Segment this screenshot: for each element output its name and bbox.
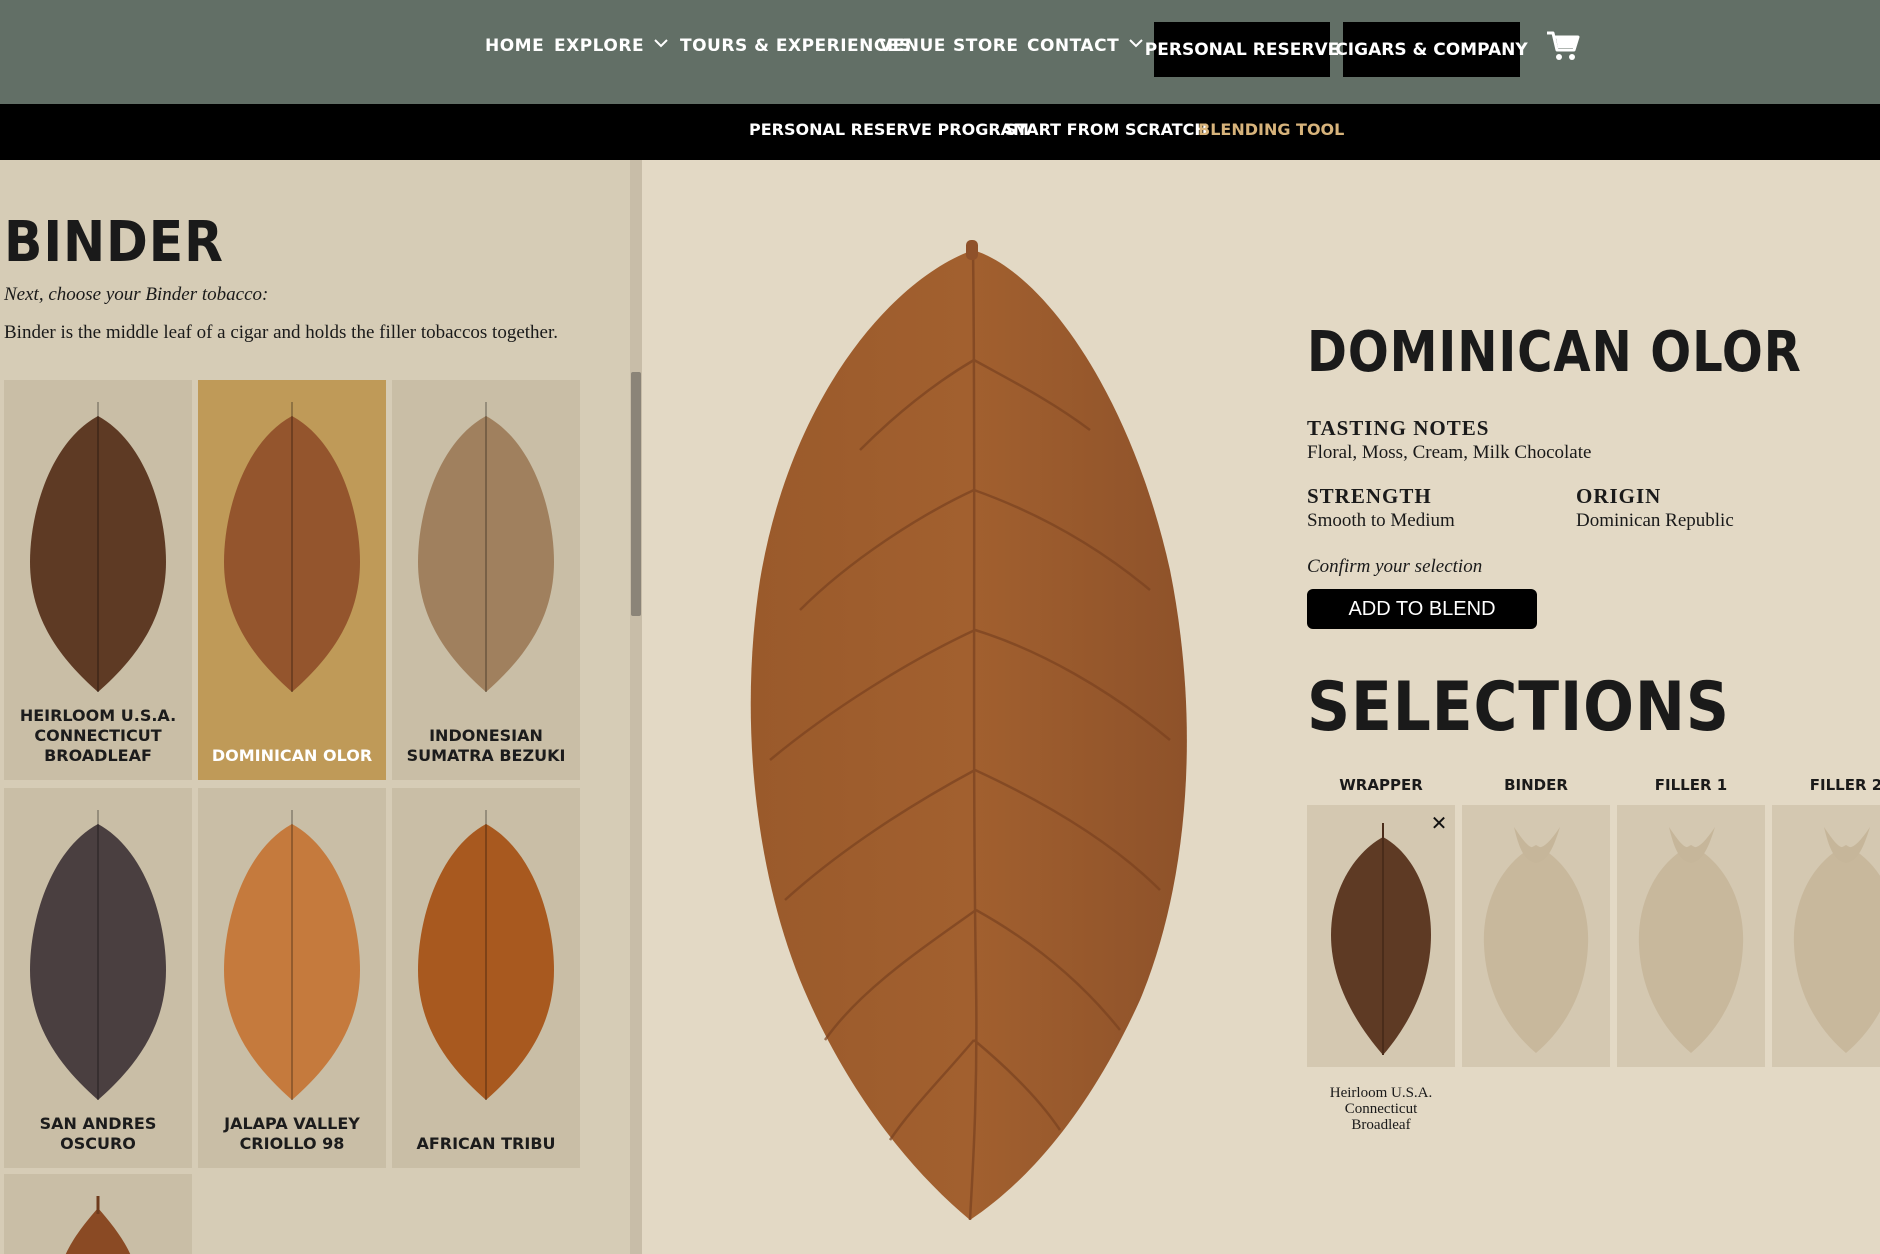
binder-option[interactable]: HEIRLOOM U.S.A. CONNECTICUT BROADLEAF xyxy=(4,380,192,780)
binder-option[interactable]: DOMINICAN OLOR xyxy=(198,380,386,780)
strength-value: Smooth to Medium xyxy=(1307,510,1455,531)
binder-option-label: DOMINICAN OLOR xyxy=(198,746,386,766)
binder-option-partial[interactable] xyxy=(4,1174,192,1254)
origin-value: Dominican Republic xyxy=(1576,510,1734,531)
binder-option[interactable]: JALAPA VALLEY CRIOLLO 98 xyxy=(198,788,386,1168)
binder-option-label: HEIRLOOM U.S.A. CONNECTICUT BROADLEAF xyxy=(4,706,192,766)
placeholder-leaf-icon xyxy=(1638,827,1744,1053)
binder-option-label-line: INDONESIAN xyxy=(429,726,543,745)
nav-contact[interactable]: CONTACT xyxy=(1027,36,1143,56)
remove-wrapper-icon[interactable]: ✕ xyxy=(1428,812,1450,834)
binder-option-label-line: JALAPA VALLEY xyxy=(224,1114,360,1133)
subnav-personal-reserve-program[interactable]: PERSONAL RESERVE PROGRAM xyxy=(749,120,1029,139)
leaf-icon xyxy=(224,402,360,692)
nav-home[interactable]: HOME xyxy=(485,36,544,56)
leaf-title: DOMINICAN OLOR xyxy=(1307,320,1802,385)
filler-1-slot[interactable] xyxy=(1617,805,1765,1067)
slot-label-binder: BINDER xyxy=(1504,776,1568,794)
binder-slot[interactable] xyxy=(1462,805,1610,1067)
slot-label-filler-1: FILLER 1 xyxy=(1654,776,1728,794)
nav-tours[interactable]: TOURS & EXPERIENCES xyxy=(680,36,912,56)
wrapper-caption-line: Connecticut xyxy=(1344,1101,1418,1117)
nav-store[interactable]: STORE xyxy=(953,36,1019,56)
binder-description: Binder is the middle leaf of a cigar and… xyxy=(4,322,558,343)
leaf-icon xyxy=(418,810,554,1100)
binder-option[interactable]: INDONESIAN SUMATRA BEZUKI xyxy=(392,380,580,780)
slot-label-filler-2: FILLER 2 xyxy=(1809,776,1880,794)
wrapper-caption-line: Heirloom U.S.A. xyxy=(1329,1085,1433,1101)
chevron-down-icon xyxy=(654,39,668,48)
binder-option-label: INDONESIAN SUMATRA BEZUKI xyxy=(392,726,580,766)
cigars-company-button[interactable]: CIGARS & COMPANY xyxy=(1335,22,1528,77)
leaf-icon xyxy=(30,810,166,1100)
binder-instruction: Next, choose your Binder tobacco: xyxy=(4,284,269,305)
binder-option-label-line: BROADLEAF xyxy=(44,746,152,765)
tasting-notes-value: Floral, Moss, Cream, Milk Chocolate xyxy=(1307,442,1592,463)
binder-option-label-line: OSCURO xyxy=(60,1134,136,1153)
placeholder-leaf-icon xyxy=(1793,827,1880,1053)
wrapper-slot[interactable] xyxy=(1307,805,1455,1067)
nav-explore[interactable]: EXPLORE xyxy=(554,36,668,56)
cart-icon[interactable] xyxy=(1546,30,1580,62)
binder-option[interactable]: AFRICAN TRIBU xyxy=(392,788,580,1168)
nav-contact-label: CONTACT xyxy=(1027,36,1120,56)
filler-2-slot[interactable] xyxy=(1772,805,1880,1067)
selections-heading: SELECTIONS xyxy=(1307,668,1730,747)
binder-option-label-line: SAN ANDRES xyxy=(39,1114,157,1133)
binder-panel: BINDER Next, choose your Binder tobacco:… xyxy=(0,160,630,1254)
binder-option-label-line: AFRICAN TRIBU xyxy=(416,1134,556,1153)
selected-leaf-image xyxy=(750,240,1187,1221)
chevron-down-icon xyxy=(1129,39,1143,48)
binder-option-label-line: CONNECTICUT xyxy=(34,726,162,745)
binder-option-label: AFRICAN TRIBU xyxy=(392,1134,580,1154)
nav-venue[interactable]: VENUE xyxy=(879,36,946,56)
leaf-icon xyxy=(65,1196,131,1254)
leaf-icon xyxy=(418,402,554,692)
nav-explore-label: EXPLORE xyxy=(554,36,645,56)
origin-label: ORIGIN xyxy=(1576,484,1662,508)
confirm-prompt: Confirm your selection xyxy=(1307,556,1483,577)
subnav-start-from-scratch[interactable]: START FROM SCRATCH xyxy=(1005,120,1208,139)
binder-option-label: JALAPA VALLEY CRIOLLO 98 xyxy=(198,1114,386,1154)
binder-heading: BINDER xyxy=(4,210,224,275)
wrapper-leaf-image xyxy=(1331,823,1431,1055)
strength-label: STRENGTH xyxy=(1307,484,1432,508)
binder-option[interactable]: SAN ANDRES OSCURO xyxy=(4,788,192,1168)
personal-reserve-button[interactable]: PERSONAL RESERVE xyxy=(1145,22,1339,77)
wrapper-caption-line: Broadleaf xyxy=(1351,1117,1411,1133)
binder-option-label: SAN ANDRES OSCURO xyxy=(4,1114,192,1154)
top-navigation: HOME EXPLORE TOURS & EXPERIENCES VENUE S… xyxy=(0,0,1880,104)
leaf-icon xyxy=(224,810,360,1100)
binder-option-label-line: SUMATRA BEZUKI xyxy=(406,746,566,765)
sub-navigation: PERSONAL RESERVE PROGRAM START FROM SCRA… xyxy=(0,104,1880,160)
add-to-blend-button[interactable]: ADD TO BLEND xyxy=(1307,589,1537,629)
binder-option-label-line: HEIRLOOM U.S.A. xyxy=(19,706,177,725)
slot-label-wrapper: WRAPPER xyxy=(1339,776,1423,794)
scrollbar-thumb[interactable] xyxy=(631,372,641,616)
scrollbar-track[interactable] xyxy=(630,160,642,1254)
tasting-notes-label: TASTING NOTES xyxy=(1307,416,1490,440)
binder-option-label-line: DOMINICAN OLOR xyxy=(211,746,373,765)
subnav-blending-tool[interactable]: BLENDING TOOL xyxy=(1198,120,1344,139)
placeholder-leaf-icon xyxy=(1483,827,1589,1053)
wrapper-caption: Heirloom U.S.A. Connecticut Broadleaf xyxy=(1307,1085,1455,1133)
binder-option-label-line: CRIOLLO 98 xyxy=(239,1134,345,1153)
